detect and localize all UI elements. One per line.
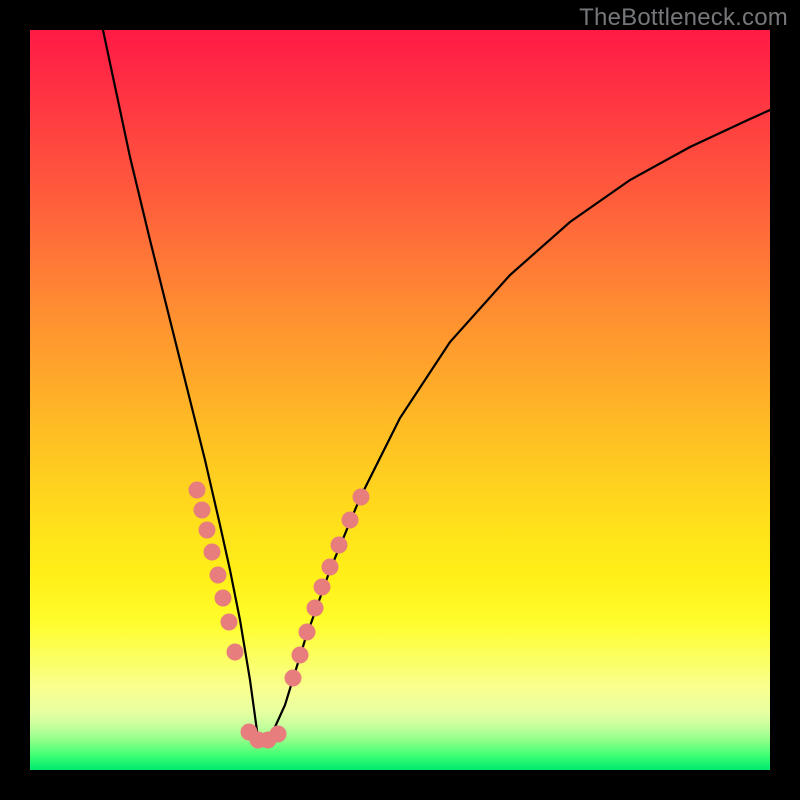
chart-frame: TheBottleneck.com [0, 0, 800, 800]
bottom-dot-4 [270, 726, 287, 743]
left-dot-2 [194, 502, 211, 519]
plot-area [30, 30, 770, 770]
left-dot-3 [199, 522, 216, 539]
right-dot-6 [322, 559, 339, 576]
right-dot-1 [285, 670, 302, 687]
right-dot-4 [307, 600, 324, 617]
left-dot-5 [210, 567, 227, 584]
left-dot-4 [204, 544, 221, 561]
right-dot-8 [342, 512, 359, 529]
right-dot-3 [299, 624, 316, 641]
right-dot-2 [292, 647, 309, 664]
watermark-label: TheBottleneck.com [579, 4, 788, 32]
chart-svg [30, 30, 770, 770]
left-dot-6 [215, 590, 232, 607]
right-dot-5 [314, 579, 331, 596]
left-dot-8 [227, 644, 244, 661]
right-dot-9 [353, 489, 370, 506]
left-dot-7 [221, 614, 238, 631]
right-dot-7 [331, 537, 348, 554]
bottleneck-curve [103, 30, 770, 738]
left-dot-1 [189, 482, 206, 499]
data-points-group [189, 482, 370, 749]
